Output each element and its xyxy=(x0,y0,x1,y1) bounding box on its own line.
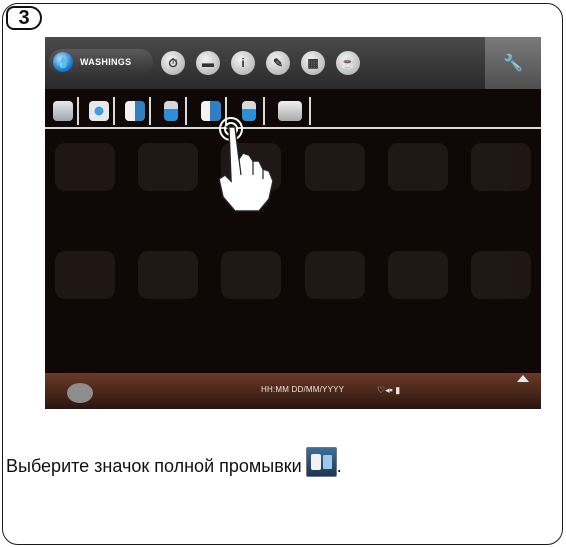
step-number-badge: 3 xyxy=(6,6,42,30)
clock-icon[interactable]: ⏱ xyxy=(161,51,185,75)
tab-washings-label: WASHINGS xyxy=(80,57,132,67)
pencil-icon[interactable]: ✎ xyxy=(266,51,290,75)
background-drinks-row-1 xyxy=(55,143,531,203)
background-drinks-row-2 xyxy=(55,251,531,311)
water-drop-icon: 💧 xyxy=(53,52,73,72)
home-button[interactable] xyxy=(67,383,93,403)
message-icon[interactable]: ▬ xyxy=(196,51,220,75)
datetime-display: HH:MM DD/MM/YYYY xyxy=(261,385,345,394)
bottom-status-bar: HH:MM DD/MM/YYYY ♡◂▪ ▮ xyxy=(45,373,541,409)
wrench-icon[interactable]: 🔧 xyxy=(485,37,541,89)
milk-carafe-icon[interactable] xyxy=(121,97,151,125)
calendar-icon[interactable]: ▦ xyxy=(301,51,325,75)
instruction-period: . xyxy=(336,455,342,476)
cup-rinse-icon[interactable] xyxy=(85,97,115,125)
full-wash-icon xyxy=(305,447,337,477)
instruction-text: Выберите значок полной промывки xyxy=(6,455,302,476)
scroll-up-icon[interactable] xyxy=(517,375,529,382)
tab-washings[interactable]: 💧 WASHINGS xyxy=(49,49,153,75)
top-menu-bar: 💧 WASHINGS ⏱ ▬ i ✎ ▦ ☕ 🔧 xyxy=(45,37,541,89)
info-icon[interactable]: i xyxy=(231,51,255,75)
status-icons: ♡◂▪ ▮ xyxy=(377,385,401,395)
coffee-machine-icon[interactable]: ☕ xyxy=(336,51,360,75)
instruction-line: Выберите значок полной промывки . xyxy=(6,447,342,477)
glass-icon[interactable] xyxy=(157,97,187,125)
washing-options-bar xyxy=(45,93,541,129)
cup-wash-icon[interactable] xyxy=(49,97,79,125)
machine-screen: 💧 WASHINGS ⏱ ▬ i ✎ ▦ ☕ 🔧 HH:MM DD/MM/YYY… xyxy=(45,37,541,409)
pointing-hand-icon xyxy=(218,117,274,212)
